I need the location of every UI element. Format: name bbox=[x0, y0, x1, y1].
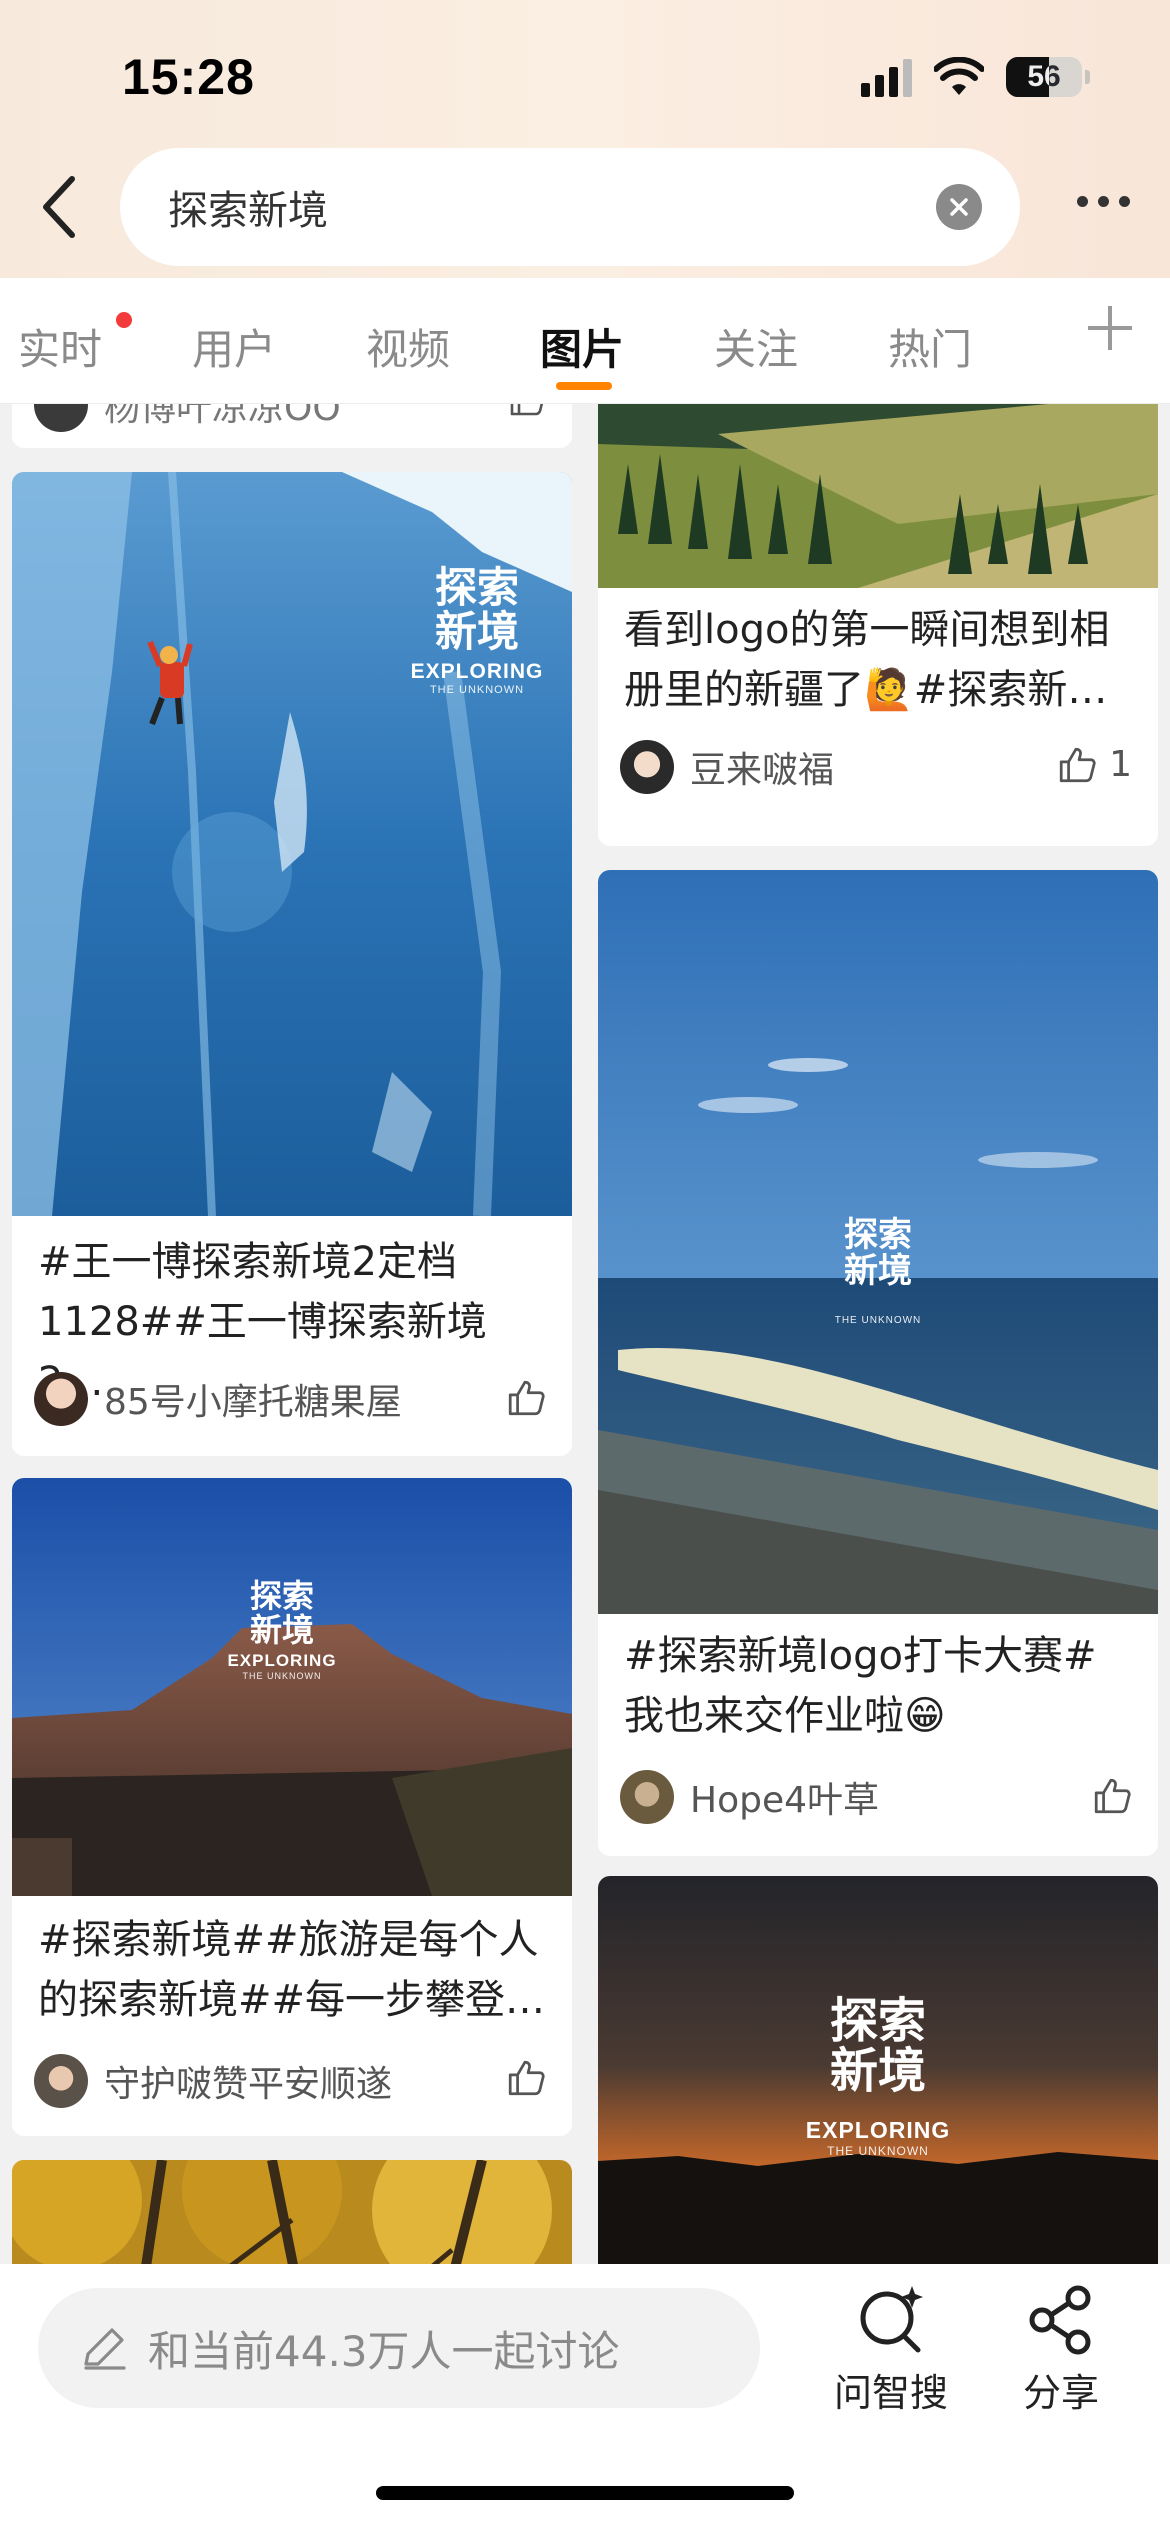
thumbs-up-icon bbox=[1059, 747, 1096, 782]
search-input[interactable]: 探索新境 bbox=[120, 148, 1020, 266]
feed-card[interactable]: 看到logo的第一瞬间想到相 册里的新疆了🙋#探索新… 豆来啵福 1 bbox=[598, 404, 1158, 846]
avatar bbox=[34, 2054, 88, 2108]
thumbs-up-icon bbox=[510, 404, 544, 416]
battery-icon: 56 bbox=[1006, 57, 1082, 97]
card-image[interactable]: 探索 新境 THE UNKNOWN bbox=[598, 870, 1158, 1614]
logo-overlay: 探索 新境 EXPLORING THE UNKNOWN bbox=[227, 1577, 337, 1682]
battery-indicator: 56 bbox=[1006, 57, 1090, 97]
back-button[interactable] bbox=[28, 172, 88, 242]
share-icon bbox=[1029, 2285, 1091, 2355]
ask-ai-search-label: 问智搜 bbox=[833, 2371, 948, 2415]
tab-videos[interactable]: 视频 bbox=[366, 316, 450, 377]
feed-card[interactable]: 探索 新境 EXPLORING THE UNKNOWN bbox=[598, 1876, 1158, 2264]
active-tab-indicator bbox=[556, 382, 612, 390]
avatar bbox=[620, 740, 674, 794]
logo-overlay: 探索 新境 EXPLORING THE UNKNOWN bbox=[805, 1993, 951, 2158]
share-label: 分享 bbox=[1022, 2371, 1099, 2415]
card-title[interactable]: #探索新境##旅游是每个人 的探索新境##每一步攀登… bbox=[38, 1910, 546, 2030]
avatar bbox=[34, 1372, 88, 1426]
chevron-left-icon bbox=[43, 176, 75, 238]
card-image[interactable]: 探索 新境 EXPLORING THE UNKNOWN bbox=[12, 472, 572, 1216]
volcano-photo bbox=[12, 1478, 572, 1896]
cellular-signal-icon bbox=[861, 57, 912, 97]
tab-users[interactable]: 用户 bbox=[192, 316, 276, 377]
status-time: 15:28 bbox=[122, 49, 255, 105]
grassland-photo bbox=[598, 404, 1158, 588]
search-query: 探索新境 bbox=[168, 188, 328, 234]
thumbs-up-icon bbox=[1094, 1778, 1131, 1814]
card-author[interactable]: Hope4叶草 bbox=[620, 1770, 879, 1824]
feed-card[interactable]: 探索 新境 EXPLORING THE UNKNOWN #探索新境##旅游是每个… bbox=[12, 1478, 572, 2136]
card-author[interactable]: 守护啵赞平安顺遂 bbox=[34, 2054, 392, 2108]
more-options-button[interactable] bbox=[1077, 196, 1130, 207]
avatar bbox=[620, 1770, 674, 1824]
clear-search-button[interactable] bbox=[936, 184, 982, 230]
like-button[interactable] bbox=[1092, 1776, 1132, 1816]
share-button[interactable]: 分享 bbox=[996, 2282, 1126, 2417]
discussion-placeholder: 和当前44.3万人一起讨论 bbox=[148, 2326, 620, 2376]
logo-overlay: 探索 新境 THE UNKNOWN bbox=[834, 1215, 922, 1327]
add-tab-icon[interactable] bbox=[1088, 306, 1132, 350]
author-name: Hope4叶草 bbox=[690, 1780, 880, 1821]
like-button[interactable]: 1 bbox=[1057, 744, 1132, 785]
close-icon bbox=[950, 198, 968, 216]
image-feed: 杨博叶凉凉OO 探索 新境 EXPLORING THE UNKNOWN #王一博… bbox=[0, 404, 1170, 2264]
thumbs-up-icon bbox=[508, 2060, 545, 2096]
card-title[interactable]: #探索新境logo打卡大赛# 我也来交作业啦😁 bbox=[624, 1626, 1132, 1746]
battery-level: 56 bbox=[1027, 60, 1061, 93]
ai-search-icon bbox=[860, 2286, 923, 2353]
author-name: 守护啵赞平安顺遂 bbox=[104, 2064, 393, 2105]
top-header: 15:28 56 探索新境 bbox=[0, 0, 1170, 278]
author-name: 豆来啵福 bbox=[690, 750, 835, 791]
card-image[interactable]: 探索 新境 EXPLORING THE UNKNOWN bbox=[598, 1876, 1158, 2264]
logo-overlay: 探索 新境 EXPLORING THE UNKNOWN bbox=[410, 563, 544, 697]
wifi-icon bbox=[934, 57, 984, 95]
status-icons: 56 bbox=[861, 50, 1090, 104]
autumn-trees-photo bbox=[12, 2160, 572, 2264]
like-button[interactable] bbox=[506, 2058, 546, 2098]
tab-following[interactable]: 关注 bbox=[714, 316, 798, 377]
tab-hot[interactable]: 热门 bbox=[888, 316, 972, 377]
author-name: 杨博叶凉凉OO bbox=[104, 404, 341, 429]
feed-card[interactable] bbox=[12, 2160, 572, 2264]
author-name: 85号小摩托糖果屋 bbox=[104, 1382, 402, 1423]
like-button[interactable] bbox=[506, 1378, 546, 1418]
discussion-input[interactable]: 和当前44.3万人一起讨论 bbox=[38, 2288, 760, 2408]
ask-ai-search-button[interactable]: 问智搜 bbox=[826, 2282, 956, 2417]
feed-card[interactable]: 杨博叶凉凉OO bbox=[12, 404, 572, 448]
pencil-icon bbox=[84, 2328, 126, 2370]
tab-realtime[interactable]: 实时 bbox=[18, 316, 102, 377]
notification-dot bbox=[116, 312, 132, 328]
feed-card[interactable]: 探索 新境 EXPLORING THE UNKNOWN #王一博探索新境2定档 … bbox=[12, 472, 572, 1456]
avatar bbox=[34, 404, 88, 432]
card-author[interactable]: 85号小摩托糖果屋 bbox=[34, 1372, 402, 1426]
thumbs-up-icon bbox=[508, 1380, 545, 1416]
card-image[interactable]: 探索 新境 EXPLORING THE UNKNOWN bbox=[12, 1478, 572, 1896]
home-indicator[interactable] bbox=[376, 2486, 794, 2500]
tab-images[interactable]: 图片 bbox=[540, 316, 624, 377]
card-author[interactable]: 豆来啵福 bbox=[620, 740, 834, 794]
card-author[interactable]: 杨博叶凉凉OO bbox=[34, 404, 341, 432]
card-title[interactable]: 看到logo的第一瞬间想到相 册里的新疆了🙋#探索新… bbox=[624, 600, 1132, 720]
card-image[interactable] bbox=[598, 404, 1158, 588]
card-image[interactable] bbox=[12, 2160, 572, 2264]
like-button[interactable] bbox=[508, 404, 546, 418]
like-count: 1 bbox=[1109, 744, 1132, 785]
feed-card[interactable]: 探索 新境 THE UNKNOWN #探索新境logo打卡大赛# 我也来交作业啦… bbox=[598, 870, 1158, 1856]
